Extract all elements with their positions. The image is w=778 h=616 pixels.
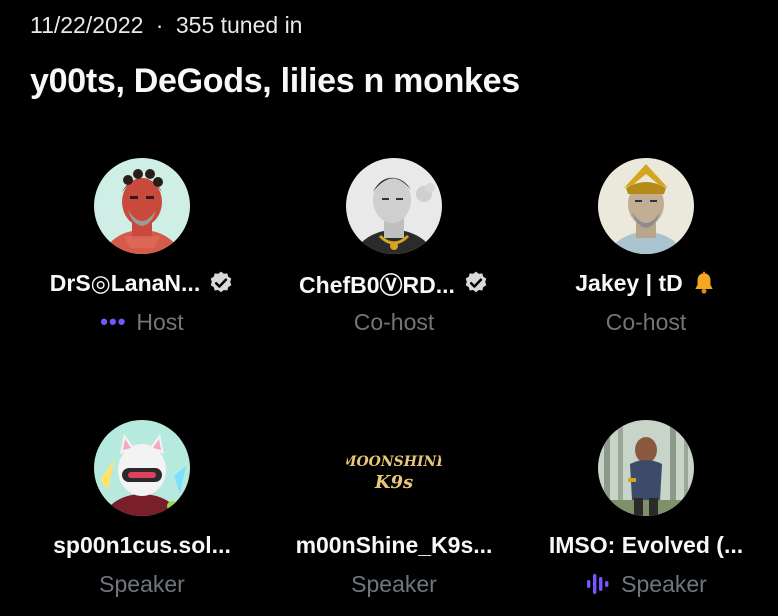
space-date: 11/22/2022 xyxy=(30,12,144,38)
verified-icon xyxy=(208,270,234,296)
participant-speaker-2[interactable]: MOONSHINE K9s m00nShine_K9s... Speaker xyxy=(268,420,520,610)
participant-name: Jakey | tD xyxy=(575,269,683,296)
space-meta: 11/22/2022 · 355 tuned in xyxy=(30,12,302,39)
avatar-image: MOONSHINE K9s xyxy=(346,420,442,516)
participant-role: Co-host xyxy=(605,308,687,335)
participant-name: sp00n1cus.sol... xyxy=(53,531,231,558)
avatar[interactable] xyxy=(94,420,190,516)
avatar[interactable] xyxy=(598,420,694,516)
avatar-image xyxy=(346,158,442,254)
avatar-image xyxy=(94,158,190,254)
logo-line-1: MOONSHINE xyxy=(346,454,442,470)
logo-line-2: K9s xyxy=(374,472,413,493)
meta-separator: · xyxy=(155,12,164,38)
participant-cohost-1[interactable]: ChefB0ⓋRD... Co-host xyxy=(268,158,520,348)
participant-cohost-2[interactable]: Jakey | tD Co-host xyxy=(520,158,772,348)
participant-role: Co-host xyxy=(353,308,435,335)
participant-name: DrS◎LanaN... xyxy=(49,269,201,296)
participant-name: m00nShine_K9s... xyxy=(295,531,493,558)
participant-name: IMSO: Evolved (... xyxy=(548,531,744,558)
participant-role: Speaker xyxy=(351,570,437,597)
speaking-bars-icon xyxy=(585,572,611,596)
avatar-image xyxy=(598,420,694,516)
participant-host[interactable]: DrS◎LanaN... ••• Host xyxy=(16,158,268,348)
more-dots-icon[interactable]: ••• xyxy=(100,311,126,333)
avatar-image xyxy=(94,420,190,516)
participant-name: ChefB0ⓋRD... xyxy=(299,272,455,298)
participant-role: Host xyxy=(136,308,184,335)
space-title: y00ts, DeGods, lilies n monkes xyxy=(30,62,520,100)
listener-count: 355 tuned in xyxy=(175,12,303,38)
avatar-image xyxy=(598,158,694,254)
participant-role: Speaker xyxy=(99,570,185,597)
bell-emoji-icon xyxy=(691,270,717,296)
avatar[interactable]: MOONSHINE K9s xyxy=(346,420,442,516)
participants-grid: DrS◎LanaN... ••• Host ChefB0ⓋRD... Co-ho… xyxy=(14,158,774,608)
verified-icon xyxy=(463,270,489,296)
participant-speaker-3[interactable]: IMSO: Evolved (... Speaker xyxy=(520,420,772,610)
avatar[interactable] xyxy=(346,158,442,254)
participant-role: Speaker xyxy=(621,570,707,597)
avatar[interactable] xyxy=(94,158,190,254)
participant-speaker-1[interactable]: sp00n1cus.sol... Speaker xyxy=(16,420,268,610)
avatar[interactable] xyxy=(598,158,694,254)
